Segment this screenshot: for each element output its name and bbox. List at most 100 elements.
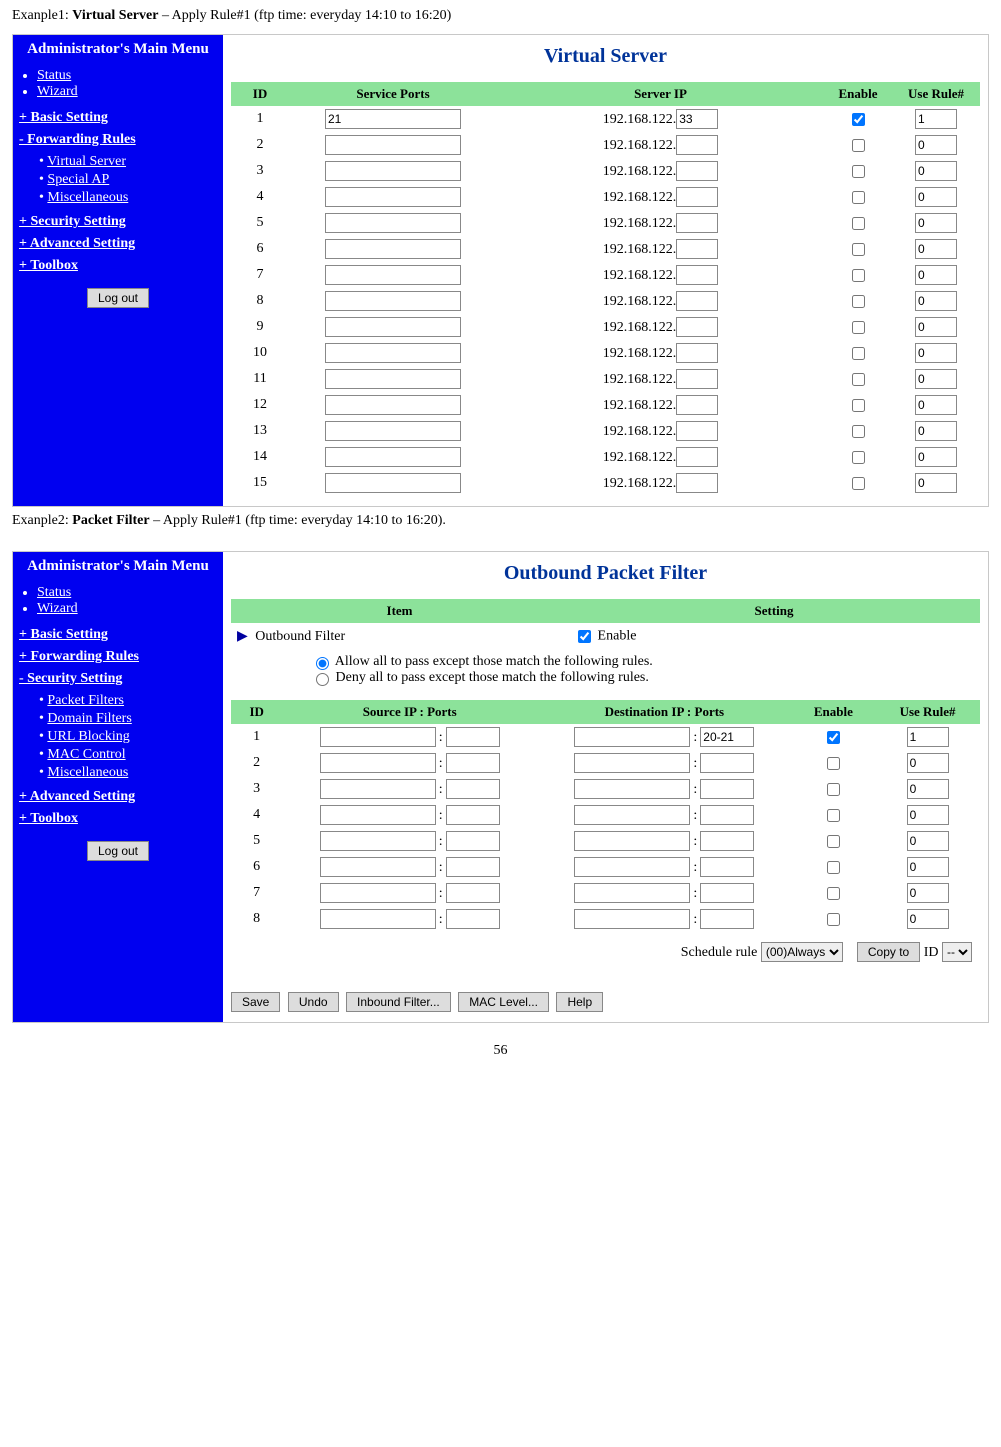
source-ip-input[interactable] — [320, 779, 436, 799]
destination-port-input[interactable] — [700, 753, 754, 773]
server-ip-input[interactable] — [676, 135, 718, 155]
nav-basic-setting[interactable]: + Basic Setting — [19, 110, 221, 126]
server-ip-input[interactable] — [676, 343, 718, 363]
use-rule-input[interactable] — [907, 727, 949, 747]
enable-checkbox[interactable] — [852, 399, 865, 412]
service-port-input[interactable] — [325, 395, 461, 415]
use-rule-input[interactable] — [915, 473, 957, 493]
destination-port-input[interactable] — [700, 831, 754, 851]
use-rule-input[interactable] — [915, 395, 957, 415]
enable-checkbox[interactable] — [852, 347, 865, 360]
source-ip-input[interactable] — [320, 883, 436, 903]
server-ip-input[interactable] — [676, 161, 718, 181]
source-ip-input[interactable] — [320, 805, 436, 825]
enable-checkbox[interactable] — [827, 835, 840, 848]
enable-checkbox[interactable] — [852, 295, 865, 308]
enable-checkbox[interactable] — [827, 731, 840, 744]
use-rule-input[interactable] — [915, 343, 957, 363]
source-ip-input[interactable] — [320, 753, 436, 773]
allow-option[interactable]: Allow all to pass except those match the… — [311, 654, 653, 669]
nav-status[interactable]: Status — [37, 585, 71, 600]
service-port-input[interactable] — [325, 369, 461, 389]
nav-domain-filters[interactable]: Domain Filters — [47, 711, 131, 726]
deny-option[interactable]: Deny all to pass except those match the … — [311, 670, 649, 685]
source-port-input[interactable] — [446, 831, 500, 851]
service-port-input[interactable] — [325, 447, 461, 467]
use-rule-input[interactable] — [915, 187, 957, 207]
nav-security-setting[interactable]: - Security Setting — [19, 671, 221, 687]
use-rule-input[interactable] — [915, 447, 957, 467]
server-ip-input[interactable] — [676, 291, 718, 311]
destination-ip-input[interactable] — [574, 753, 690, 773]
destination-port-input[interactable] — [700, 727, 754, 747]
use-rule-input[interactable] — [907, 805, 949, 825]
service-port-input[interactable] — [325, 343, 461, 363]
enable-checkbox[interactable] — [827, 757, 840, 770]
nav-forwarding-rules[interactable]: - Forwarding Rules — [19, 132, 221, 148]
server-ip-input[interactable] — [676, 369, 718, 389]
use-rule-input[interactable] — [915, 369, 957, 389]
service-port-input[interactable] — [325, 317, 461, 337]
enable-checkbox[interactable] — [827, 887, 840, 900]
use-rule-input[interactable] — [915, 317, 957, 337]
enable-checkbox[interactable] — [852, 243, 865, 256]
use-rule-input[interactable] — [915, 109, 957, 129]
enable-checkbox[interactable] — [852, 165, 865, 178]
nav-security-misc[interactable]: Miscellaneous — [47, 765, 128, 780]
source-port-input[interactable] — [446, 857, 500, 877]
destination-ip-input[interactable] — [574, 883, 690, 903]
enable-checkbox[interactable] — [852, 477, 865, 490]
enable-checkbox[interactable] — [852, 269, 865, 282]
destination-ip-input[interactable] — [574, 831, 690, 851]
destination-port-input[interactable] — [700, 779, 754, 799]
destination-ip-input[interactable] — [574, 857, 690, 877]
allow-radio[interactable] — [316, 657, 329, 670]
use-rule-input[interactable] — [907, 779, 949, 799]
source-ip-input[interactable] — [320, 909, 436, 929]
service-port-input[interactable] — [325, 135, 461, 155]
enable-checkbox[interactable] — [852, 191, 865, 204]
source-ip-input[interactable] — [320, 727, 436, 747]
source-ip-input[interactable] — [320, 831, 436, 851]
mac-button[interactable]: MAC Level... — [458, 992, 549, 1012]
service-port-input[interactable] — [325, 213, 461, 233]
use-rule-input[interactable] — [907, 883, 949, 903]
nav-packet-filters[interactable]: Packet Filters — [47, 693, 124, 708]
use-rule-input[interactable] — [907, 909, 949, 929]
schedule-rule-select[interactable]: (00)Always — [761, 942, 843, 962]
nav-security-setting[interactable]: + Security Setting — [19, 214, 221, 230]
enable-checkbox[interactable] — [852, 321, 865, 334]
use-rule-input[interactable] — [915, 291, 957, 311]
destination-port-input[interactable] — [700, 857, 754, 877]
use-rule-input[interactable] — [915, 421, 957, 441]
enable-checkbox[interactable] — [852, 425, 865, 438]
copy-to-id-select[interactable]: -- — [942, 942, 972, 962]
service-port-input[interactable] — [325, 473, 461, 493]
deny-radio[interactable] — [316, 673, 329, 686]
source-port-input[interactable] — [446, 805, 500, 825]
server-ip-input[interactable] — [676, 395, 718, 415]
enable-checkbox[interactable] — [852, 373, 865, 386]
destination-ip-input[interactable] — [574, 727, 690, 747]
nav-wizard[interactable]: Wizard — [37, 601, 78, 616]
save-button[interactable]: Save — [231, 992, 280, 1012]
use-rule-input[interactable] — [907, 831, 949, 851]
nav-advanced-setting[interactable]: + Advanced Setting — [19, 236, 221, 252]
enable-checkbox[interactable] — [827, 783, 840, 796]
nav-forwarding-misc[interactable]: Miscellaneous — [47, 190, 128, 205]
nav-virtual-server[interactable]: Virtual Server — [47, 154, 126, 169]
service-port-input[interactable] — [325, 187, 461, 207]
source-port-input[interactable] — [446, 779, 500, 799]
help-button[interactable]: Help — [556, 992, 603, 1012]
destination-ip-input[interactable] — [574, 779, 690, 799]
server-ip-input[interactable] — [676, 473, 718, 493]
enable-checkbox[interactable] — [827, 913, 840, 926]
enable-checkbox[interactable] — [827, 809, 840, 822]
source-port-input[interactable] — [446, 753, 500, 773]
enable-checkbox[interactable] — [852, 113, 865, 126]
use-rule-input[interactable] — [915, 265, 957, 285]
service-port-input[interactable] — [325, 421, 461, 441]
server-ip-input[interactable] — [676, 421, 718, 441]
server-ip-input[interactable] — [676, 109, 718, 129]
server-ip-input[interactable] — [676, 213, 718, 233]
